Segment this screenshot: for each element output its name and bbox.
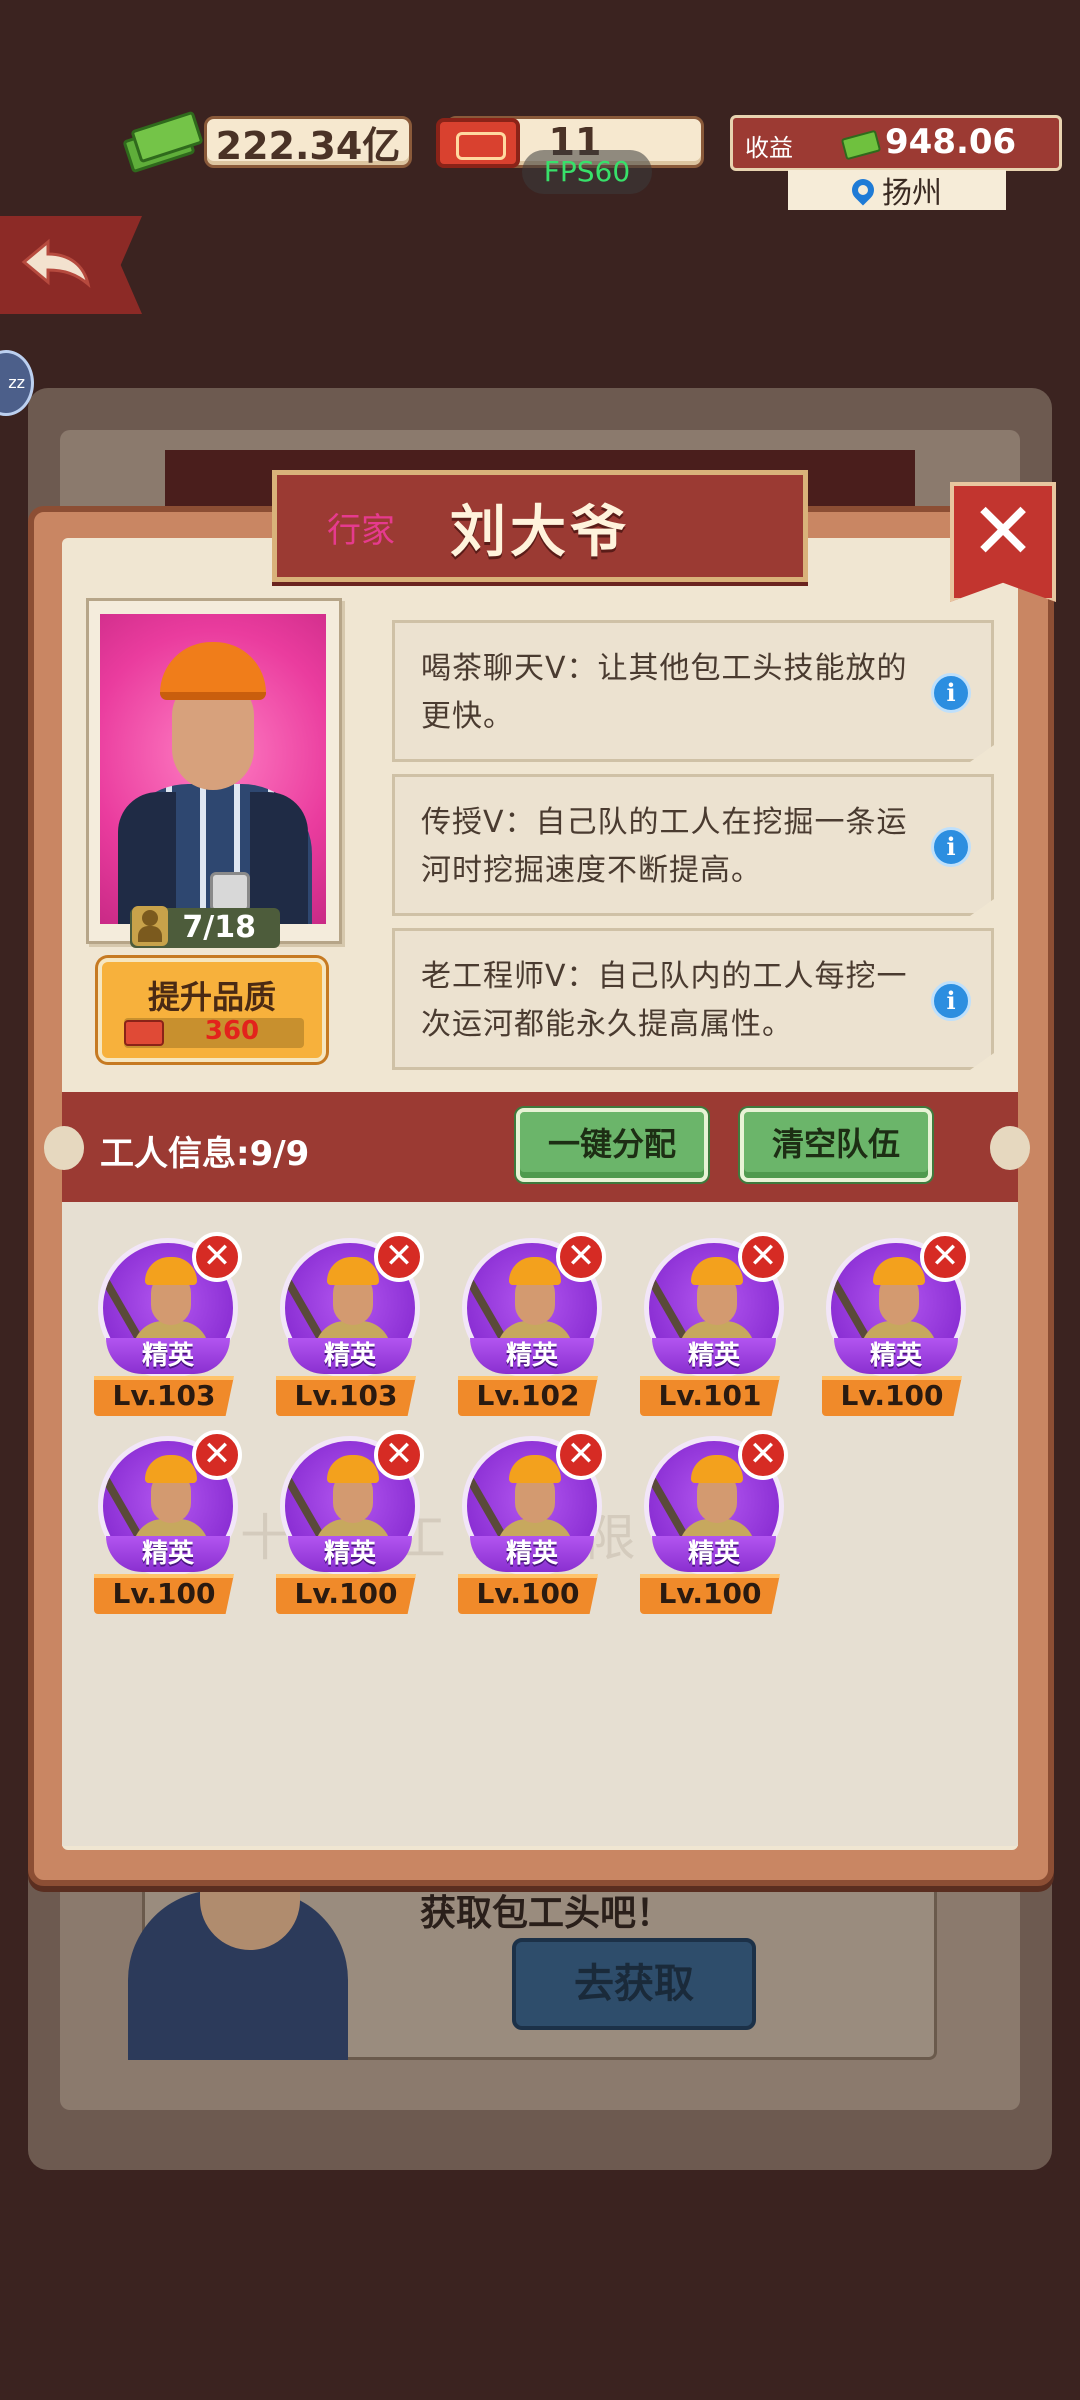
hard-hat-icon	[160, 642, 266, 700]
hard-hat-icon	[145, 1455, 197, 1483]
income-label: 收益	[745, 134, 793, 162]
hard-hat-icon	[873, 1257, 925, 1285]
remove-worker-button[interactable]: ✕	[556, 1232, 606, 1282]
hard-hat-icon	[327, 1455, 379, 1483]
remove-worker-button[interactable]: ✕	[192, 1430, 242, 1480]
worker-card[interactable]: 精英 Lv.100 ✕	[270, 1430, 430, 1622]
background-card-text: 获取包工头吧！	[420, 1893, 673, 1934]
bar-notch	[990, 1126, 1030, 1170]
ticket-icon	[124, 1020, 164, 1046]
city-location[interactable]: 扬州	[788, 170, 1006, 211]
worker-count-label: 工人信息:9/9	[100, 1134, 310, 1174]
worker-grade: 精英	[470, 1536, 594, 1572]
remove-worker-button[interactable]: ✕	[556, 1430, 606, 1480]
worker-card[interactable]: 精英 Lv.100 ✕	[88, 1430, 248, 1622]
skill-card: 传授V：自己队的工人在挖掘一条运河时挖掘速度不断提高。 i	[392, 774, 994, 916]
skill-card: 老工程师V：自己队内的工人每挖一次运河都能永久提高属性。 i	[392, 928, 994, 1070]
worker-grade: 精英	[288, 1536, 412, 1572]
portrait-vest	[118, 792, 176, 924]
city-name: 扬州	[882, 176, 942, 211]
info-icon[interactable]: i	[931, 673, 971, 713]
worker-level: Lv.100	[94, 1574, 234, 1614]
leader-portrait[interactable]	[100, 614, 326, 924]
upgrade-quality-button[interactable]: 提升品质 360	[98, 958, 326, 1062]
info-icon[interactable]: i	[931, 827, 971, 867]
worker-grade: 精英	[288, 1338, 412, 1374]
person-icon	[132, 906, 168, 946]
hard-hat-icon	[327, 1257, 379, 1285]
worker-grade: 精英	[470, 1338, 594, 1374]
remove-worker-button[interactable]: ✕	[374, 1232, 424, 1282]
portrait-vest	[250, 792, 308, 924]
worker-card[interactable]: 精英 Lv.102 ✕	[452, 1232, 612, 1424]
worker-level: Lv.103	[276, 1376, 416, 1416]
skill-description: 传授V：自己队的工人在挖掘一条运河时挖掘速度不断提高。	[421, 805, 908, 888]
worker-card[interactable]: 精英 Lv.103 ✕	[88, 1232, 248, 1424]
money-counter: 222.34亿	[204, 116, 412, 168]
hard-hat-icon	[145, 1257, 197, 1285]
worker-card[interactable]: 精英 Lv.100 ✕	[634, 1430, 794, 1622]
auto-assign-button[interactable]: 一键分配	[516, 1108, 708, 1182]
hard-hat-icon	[691, 1257, 743, 1285]
remove-worker-button[interactable]: ✕	[738, 1232, 788, 1282]
title-banner: 刘大爷 行家	[272, 470, 808, 582]
portrait-cup	[210, 872, 250, 912]
worker-grade: 精英	[652, 1338, 776, 1374]
worker-level: Lv.102	[458, 1376, 598, 1416]
worker-level: Lv.100	[458, 1574, 598, 1614]
worker-grade: 精英	[106, 1536, 230, 1572]
close-icon[interactable]: ✕	[970, 492, 1036, 572]
worker-card[interactable]: 精英 Lv.103 ✕	[270, 1232, 430, 1424]
fps-counter: FPS60	[522, 150, 652, 194]
leader-rank-tag: 行家	[327, 511, 395, 551]
worker-card[interactable]: 精英 Lv.101 ✕	[634, 1232, 794, 1424]
money-icon	[840, 129, 882, 161]
worker-card[interactable]: 精英 Lv.100 ✕	[452, 1430, 612, 1622]
income-panel: 收益 948.06万/分	[730, 115, 1062, 210]
worker-level: Lv.100	[822, 1376, 962, 1416]
worker-card[interactable]: 精英 Lv.100 ✕	[816, 1232, 976, 1424]
money-icon	[122, 108, 206, 174]
back-arrow-icon	[21, 238, 91, 288]
hard-hat-icon	[691, 1455, 743, 1483]
skill-card: 喝茶聊天V：让其他包工头技能放的更快。 i	[392, 620, 994, 762]
remove-worker-button[interactable]: ✕	[192, 1232, 242, 1282]
info-icon[interactable]: i	[931, 981, 971, 1021]
ticket-icon	[436, 118, 520, 168]
skill-description: 老工程师V：自己队内的工人每挖一次运河都能永久提高属性。	[421, 959, 908, 1042]
worker-grade: 精英	[106, 1338, 230, 1374]
worker-level: Lv.100	[640, 1574, 780, 1614]
worker-grade: 精英	[834, 1338, 958, 1374]
hard-hat-icon	[509, 1455, 561, 1483]
worker-grade: 精英	[652, 1536, 776, 1572]
remove-worker-button[interactable]: ✕	[374, 1430, 424, 1480]
worker-level: Lv.100	[276, 1574, 416, 1614]
location-pin-icon	[847, 174, 879, 206]
money-value: 222.34亿	[215, 123, 401, 168]
upgrade-cost: 360	[204, 1016, 260, 1046]
worker-level: Lv.103	[94, 1376, 234, 1416]
worker-level: Lv.101	[640, 1376, 780, 1416]
hard-hat-icon	[509, 1257, 561, 1285]
skill-description: 喝茶聊天V：让其他包工头技能放的更快。	[421, 651, 908, 734]
clear-team-button[interactable]: 清空队伍	[740, 1108, 932, 1182]
bar-notch	[44, 1126, 84, 1170]
upgrade-label: 提升品质	[147, 978, 276, 1016]
go-get-button: 去获取	[512, 1938, 756, 2030]
remove-worker-button[interactable]: ✕	[920, 1232, 970, 1282]
remove-worker-button[interactable]: ✕	[738, 1430, 788, 1480]
